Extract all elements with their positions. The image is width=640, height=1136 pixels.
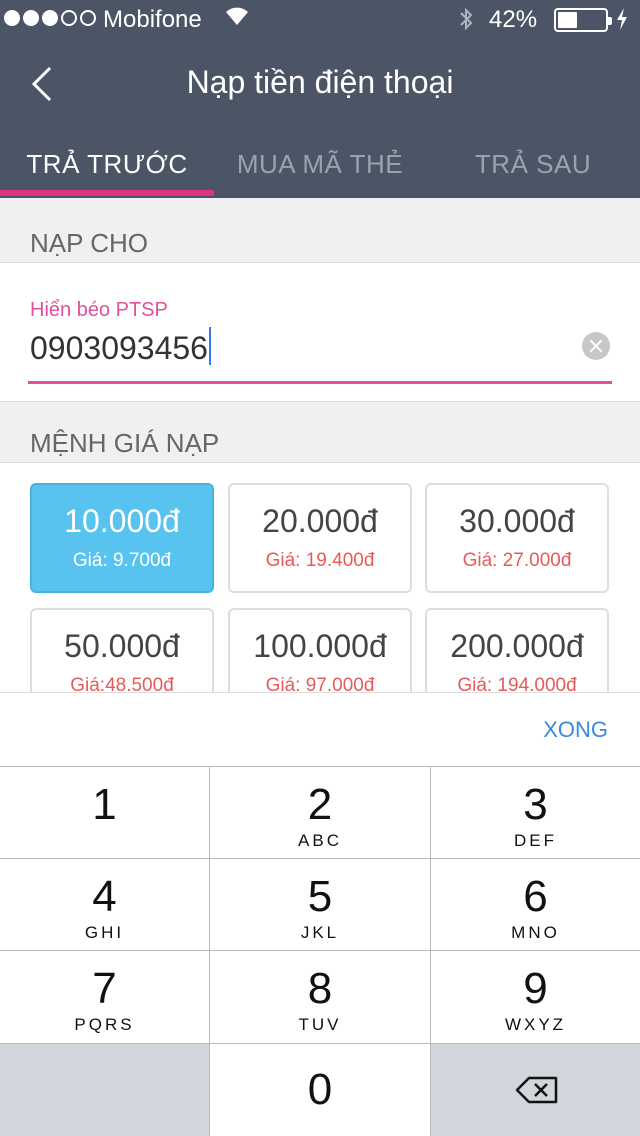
key-7[interactable]: 7 PQRS <box>0 951 209 1043</box>
done-button[interactable]: XONG <box>543 717 608 743</box>
battery-percent: 42% <box>489 6 538 33</box>
contact-name-label: Hiển béo PTSP <box>30 299 168 321</box>
key-8[interactable]: 8 TUV <box>210 951 430 1043</box>
keyboard-toolbar: XONG <box>0 692 640 766</box>
denomination-section-label: MỆNH GIÁ NẠP <box>30 428 220 458</box>
key-9[interactable]: 9 WXYZ <box>431 951 640 1043</box>
recipient-card: Hiển béo PTSP 0903093456 <box>0 262 640 402</box>
recipient-section-label: NẠP CHO <box>30 228 148 258</box>
battery-level <box>558 12 577 28</box>
battery-icon <box>554 8 612 32</box>
app-header: Mobifone 42% Nạp tiền điện thoại TRẢ TRƯ… <box>0 0 640 198</box>
signal-strength-icon <box>4 10 96 26</box>
key-4[interactable]: 4 GHI <box>0 859 209 950</box>
tab-bar: TRẢ TRƯỚC MUA MÃ THẺ TRẢ SAU <box>0 130 640 198</box>
page-title: Nạp tiền điện thoại <box>186 64 454 100</box>
clear-input-icon[interactable] <box>582 332 610 360</box>
charging-bolt-icon <box>617 8 627 30</box>
wifi-icon <box>226 7 248 25</box>
key-3[interactable]: 3 DEF <box>431 767 640 858</box>
active-tab-indicator <box>0 190 214 196</box>
key-blank <box>0 1044 209 1136</box>
key-0[interactable]: 0 <box>210 1044 430 1136</box>
carrier-name: Mobifone <box>103 6 202 33</box>
backspace-icon <box>515 1076 558 1104</box>
key-2[interactable]: 2 ABC <box>210 767 430 858</box>
tab-prepaid[interactable]: TRẢ TRƯỚC <box>0 130 214 198</box>
key-6[interactable]: 6 MNO <box>431 859 640 950</box>
phone-number-input[interactable]: 0903093456 <box>30 327 211 367</box>
nav-bar: Nạp tiền điện thoại <box>0 48 640 120</box>
denomination-option[interactable]: 20.000đ Giá: 19.400đ <box>228 483 412 593</box>
input-underline <box>28 381 612 384</box>
status-bar: Mobifone 42% <box>0 0 640 40</box>
bluetooth-icon <box>460 7 473 31</box>
denomination-option[interactable]: 10.000đ Giá: 9.700đ <box>30 483 214 593</box>
tab-buy-card-code[interactable]: MUA MÃ THẺ <box>214 130 426 198</box>
key-1[interactable]: 1 <box>0 767 209 858</box>
text-caret <box>208 327 211 365</box>
denomination-card: 10.000đ Giá: 9.700đ 20.000đ Giá: 19.400đ… <box>0 462 640 718</box>
numeric-keypad: 1 2 ABC 3 DEF 4 GHI 5 JKL 6 MNO 7 PQRS 8 TUV 9W… <box>0 766 640 1136</box>
key-5[interactable]: 5 JKL <box>210 859 430 950</box>
denomination-option[interactable]: 30.000đ Giá: 27.000đ <box>425 483 609 593</box>
backspace-key[interactable] <box>431 1044 640 1136</box>
tab-postpaid[interactable]: TRẢ SAU <box>426 130 640 198</box>
